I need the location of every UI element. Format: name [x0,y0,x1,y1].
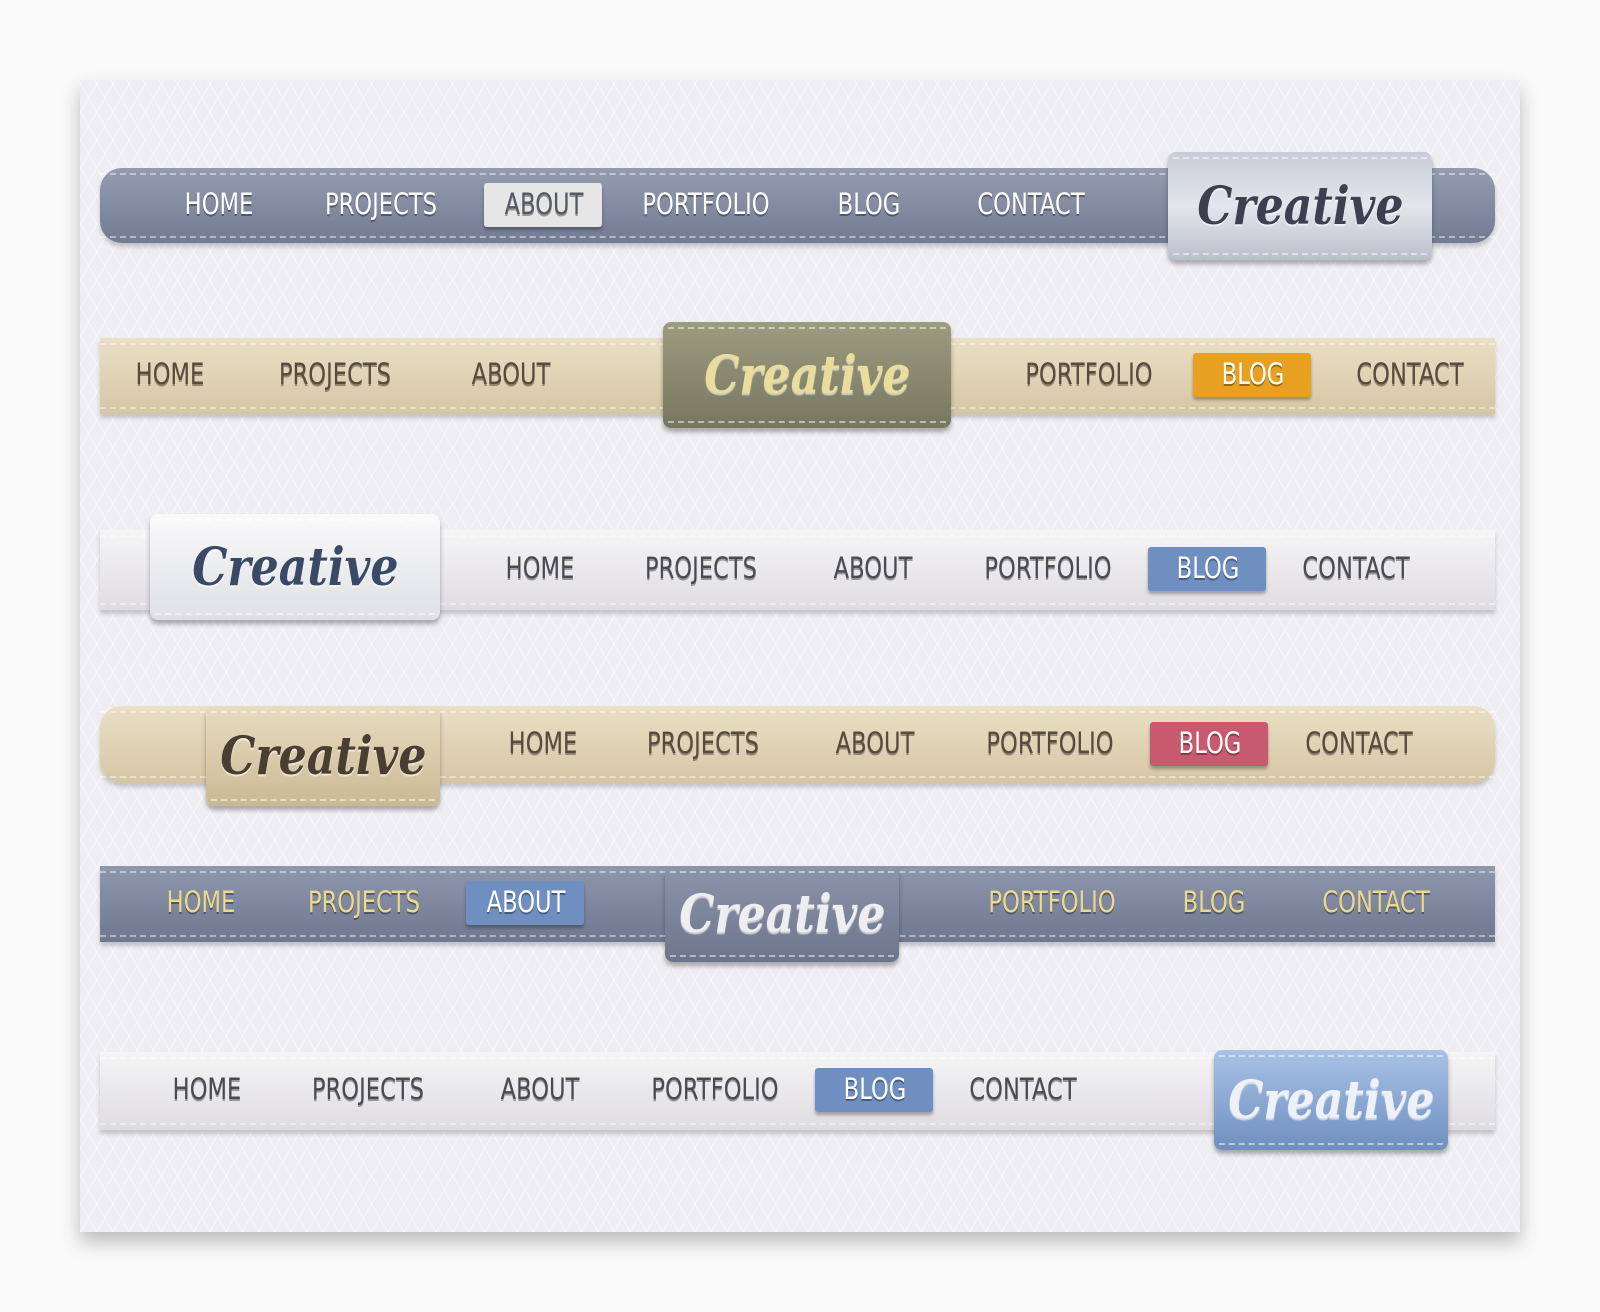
logo-text: Creative [1196,175,1404,237]
logo-text: Creative [678,883,886,945]
nav-item-portfolio[interactable]: PORTFOLIO [651,1072,778,1106]
creative-logo-tab[interactable]: Creative [1168,152,1432,260]
logo-text: Creative [219,725,427,787]
nav-item-home[interactable]: HOME [185,187,254,221]
creative-logo-tab[interactable]: Creative [663,322,951,428]
logo-text: Creative [703,344,911,406]
nav-item-portfolio[interactable]: PORTFOLIO [986,726,1113,760]
nav-item-blog[interactable]: BLOG [844,1072,907,1106]
nav-item-portfolio[interactable]: PORTFOLIO [988,885,1115,919]
nav-item-blog[interactable]: BLOG [1183,885,1246,919]
nav-item-home[interactable]: HOME [173,1072,242,1106]
logo-text: Creative [191,536,399,598]
nav-item-home[interactable]: HOME [136,357,205,391]
nav-item-blog[interactable]: BLOG [1222,357,1285,391]
nav-item-about[interactable]: ABOUT [834,551,913,585]
nav-item-projects[interactable]: PROJECTS [279,357,391,391]
nav-item-about[interactable]: ABOUT [501,1072,580,1106]
nav-item-contact[interactable]: CONTACT [969,1072,1076,1106]
nav-item-contact[interactable]: CONTACT [1322,885,1429,919]
nav-item-projects[interactable]: PROJECTS [325,187,437,221]
creative-logo-tab[interactable]: Creative [665,866,899,962]
nav-item-about[interactable]: ABOUT [487,885,566,919]
nav-item-contact[interactable]: CONTACT [1305,726,1412,760]
nav-item-contact[interactable]: CONTACT [1356,357,1463,391]
nav-item-portfolio[interactable]: PORTFOLIO [1025,357,1152,391]
nav-item-contact[interactable]: CONTACT [1302,551,1409,585]
nav-item-home[interactable]: HOME [506,551,575,585]
nav-item-portfolio[interactable]: PORTFOLIO [642,187,769,221]
creative-logo-tab[interactable]: Creative [1214,1050,1448,1150]
nav-item-blog[interactable]: BLOG [1179,726,1242,760]
nav-item-about[interactable]: ABOUT [836,726,915,760]
nav-item-projects[interactable]: PROJECTS [645,551,757,585]
nav-item-home[interactable]: HOME [167,885,236,919]
creative-logo-tab[interactable]: Creative [150,514,440,620]
nav-item-projects[interactable]: PROJECTS [312,1072,424,1106]
nav-item-projects[interactable]: PROJECTS [308,885,420,919]
nav-item-about[interactable]: ABOUT [472,357,551,391]
nav-item-home[interactable]: HOME [509,726,578,760]
nav-item-portfolio[interactable]: PORTFOLIO [984,551,1111,585]
nav-item-about[interactable]: ABOUT [505,187,584,221]
nav-item-blog[interactable]: BLOG [1177,551,1240,585]
nav-item-blog[interactable]: BLOG [838,187,901,221]
nav-item-projects[interactable]: PROJECTS [647,726,759,760]
logo-text: Creative [1227,1069,1435,1131]
nav-item-contact[interactable]: CONTACT [977,187,1084,221]
creative-logo-tab[interactable]: Creative [206,706,440,806]
